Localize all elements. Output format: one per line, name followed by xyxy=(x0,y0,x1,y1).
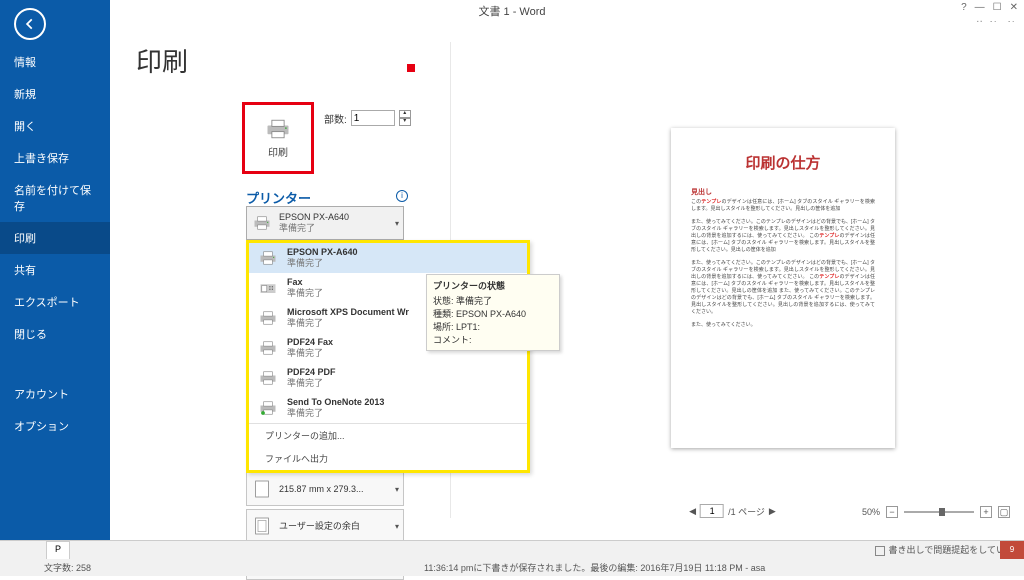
sidebar-item-share[interactable]: 共有 xyxy=(0,254,110,286)
doc-para: このテンプレのデザインは任意には、[ホーム] タブのスタイル ギャラリーを検索し… xyxy=(691,199,875,213)
backstage-sidebar: 情報 新規 開く 上書き保存 名前を付けて保存 印刷 共有 エクスポート 閉じる… xyxy=(0,0,110,540)
printer-option-name: Fax xyxy=(287,277,323,288)
printer-option-name: PDF24 PDF xyxy=(287,367,336,378)
printer-name: EPSON PX-A640 xyxy=(279,212,389,223)
printer-option-name: Send To OneNote 2013 xyxy=(287,397,384,408)
printer-icon xyxy=(257,247,279,269)
paper-size-combo[interactable]: 215.87 mm x 279.3... ▾ xyxy=(246,472,404,506)
printer-icon xyxy=(264,118,292,140)
printer-icon xyxy=(257,337,279,359)
sidebar-item-saveas[interactable]: 名前を付けて保存 xyxy=(0,174,110,222)
help-icon[interactable]: ? xyxy=(961,2,967,13)
taskbar-tab[interactable]: P xyxy=(46,541,70,559)
maximize-icon[interactable]: ☐ xyxy=(993,2,1002,13)
prev-page-icon[interactable]: ◀ xyxy=(689,506,696,517)
printer-option-status: 準備完了 xyxy=(287,378,336,389)
next-page-icon[interactable]: ▶ xyxy=(769,506,776,517)
doc-para: また、使ってみてください。このテンプレのデザインはどの背景でも、[ホーム] タブ… xyxy=(691,260,875,316)
doc-section-heading: 見出し xyxy=(691,187,875,197)
tooltip-status: 状態: 準備完了 xyxy=(433,294,553,307)
page-navigator[interactable]: ◀ /1 ページ ▶ xyxy=(689,504,776,518)
printer-icon xyxy=(257,397,279,419)
page-count-label: /1 ページ xyxy=(728,505,765,518)
printer-icon xyxy=(257,307,279,329)
printer-option-onenote[interactable]: Send To OneNote 2013準備完了 xyxy=(249,393,527,423)
page-number-input[interactable] xyxy=(700,504,724,518)
tooltip-comment: コメント: xyxy=(433,333,553,346)
print-to-file-link[interactable]: ファイルへ出力 xyxy=(249,447,527,470)
fax-icon xyxy=(257,277,279,299)
chevron-down-icon: ▾ xyxy=(395,219,399,228)
sidebar-item-info[interactable]: 情報 xyxy=(0,46,110,78)
tooltip-type: 種類: EPSON PX-A640 xyxy=(433,307,553,320)
zoom-value: 50% xyxy=(862,507,880,517)
taskbar: P 文字数: 258 11:36:14 pmに下書きが保存されました。最後の編集… xyxy=(0,540,1024,576)
printer-option-name: PDF24 Fax xyxy=(287,337,333,348)
sidebar-item-print[interactable]: 印刷 xyxy=(0,222,110,254)
copies-input[interactable] xyxy=(351,110,395,126)
close-icon[interactable]: ✕ xyxy=(1010,2,1018,13)
printer-heading: プリンター xyxy=(246,188,311,207)
print-button-label: 印刷 xyxy=(268,144,288,159)
add-printer-link[interactable]: プリンターの追加... xyxy=(249,424,527,447)
printer-option-name: Microsoft XPS Document Wr xyxy=(287,307,409,318)
preview-page: 印刷の仕方 見出し このテンプレのデザインは任意には、[ホーム] タブのスタイル… xyxy=(671,128,895,448)
printer-option-status: 準備完了 xyxy=(287,258,358,269)
zoom-slider[interactable] xyxy=(904,511,974,513)
sidebar-item-account[interactable]: アカウント xyxy=(0,378,110,410)
info-icon[interactable]: i xyxy=(396,190,408,202)
doc-para: また、使ってみてください。このテンプレのデザインはどの背景でも、[ホーム] タブ… xyxy=(691,219,875,254)
copies-spinner[interactable]: ▴▾ xyxy=(399,110,411,126)
printer-icon xyxy=(257,367,279,389)
sidebar-item-export[interactable]: エクスポート xyxy=(0,286,110,318)
doc-title: 印刷の仕方 xyxy=(691,152,875,173)
printer-icon xyxy=(251,212,273,234)
sidebar-item-save[interactable]: 上書き保存 xyxy=(0,142,110,174)
copies-label: 部数: xyxy=(324,111,347,126)
printer-option-pdf24pdf[interactable]: PDF24 PDF準備完了 xyxy=(249,363,527,393)
checklist-item: 書き出しで問題提起をしている xyxy=(889,545,1014,555)
print-button[interactable]: 印刷 xyxy=(242,102,314,174)
printer-option-status: 準備完了 xyxy=(287,288,323,299)
printer-option-status: 準備完了 xyxy=(287,348,333,359)
notification-badge[interactable]: 9 xyxy=(1000,541,1024,559)
printer-combo[interactable]: EPSON PX-A640 準備完了 ▾ xyxy=(246,206,404,240)
printer-option-status: 準備完了 xyxy=(287,318,409,329)
sidebar-item-new[interactable]: 新規 xyxy=(0,78,110,110)
chevron-down-icon: ▾ xyxy=(395,485,399,494)
back-button[interactable] xyxy=(14,8,46,40)
doc-para: また、使ってみてください。 xyxy=(691,322,875,329)
zoom-fit-button[interactable]: ▢ xyxy=(998,506,1010,518)
printer-tooltip: プリンターの状態 状態: 準備完了 種類: EPSON PX-A640 場所: … xyxy=(426,274,560,351)
word-count: 文字数: 258 xyxy=(44,561,91,574)
minimize-icon[interactable]: — xyxy=(975,2,985,13)
window-title: 文書 1 - Word xyxy=(478,3,545,19)
printer-status: 準備完了 xyxy=(279,223,389,234)
tooltip-where: 場所: LPT1: xyxy=(433,320,553,333)
checkbox-icon[interactable] xyxy=(875,546,885,556)
zoom-in-button[interactable]: + xyxy=(980,506,992,518)
paper-size-text: 215.87 mm x 279.3... xyxy=(279,484,389,495)
margin-text: ユーザー設定の余白 xyxy=(279,521,389,532)
printer-option-status: 準備完了 xyxy=(287,408,384,419)
autosave-status: 11:36:14 pmに下書きが保存されました。最後の編集: 2016年7月19… xyxy=(424,561,765,574)
sidebar-item-open[interactable]: 開く xyxy=(0,110,110,142)
printer-option-name: EPSON PX-A640 xyxy=(287,247,358,258)
zoom-control[interactable]: 50% − + ▢ xyxy=(862,506,1010,518)
margin-combo[interactable]: ユーザー設定の余白 ▾ xyxy=(246,509,404,543)
printer-option-epson[interactable]: EPSON PX-A640準備完了 xyxy=(249,243,527,273)
zoom-out-button[interactable]: − xyxy=(886,506,898,518)
sidebar-item-options[interactable]: オプション xyxy=(0,410,110,442)
tooltip-heading: プリンターの状態 xyxy=(433,279,553,292)
page-icon xyxy=(251,478,273,500)
annotation-marker xyxy=(407,64,415,72)
sidebar-item-close[interactable]: 閉じる xyxy=(0,318,110,350)
margin-icon xyxy=(251,515,273,537)
chevron-down-icon: ▾ xyxy=(395,522,399,531)
